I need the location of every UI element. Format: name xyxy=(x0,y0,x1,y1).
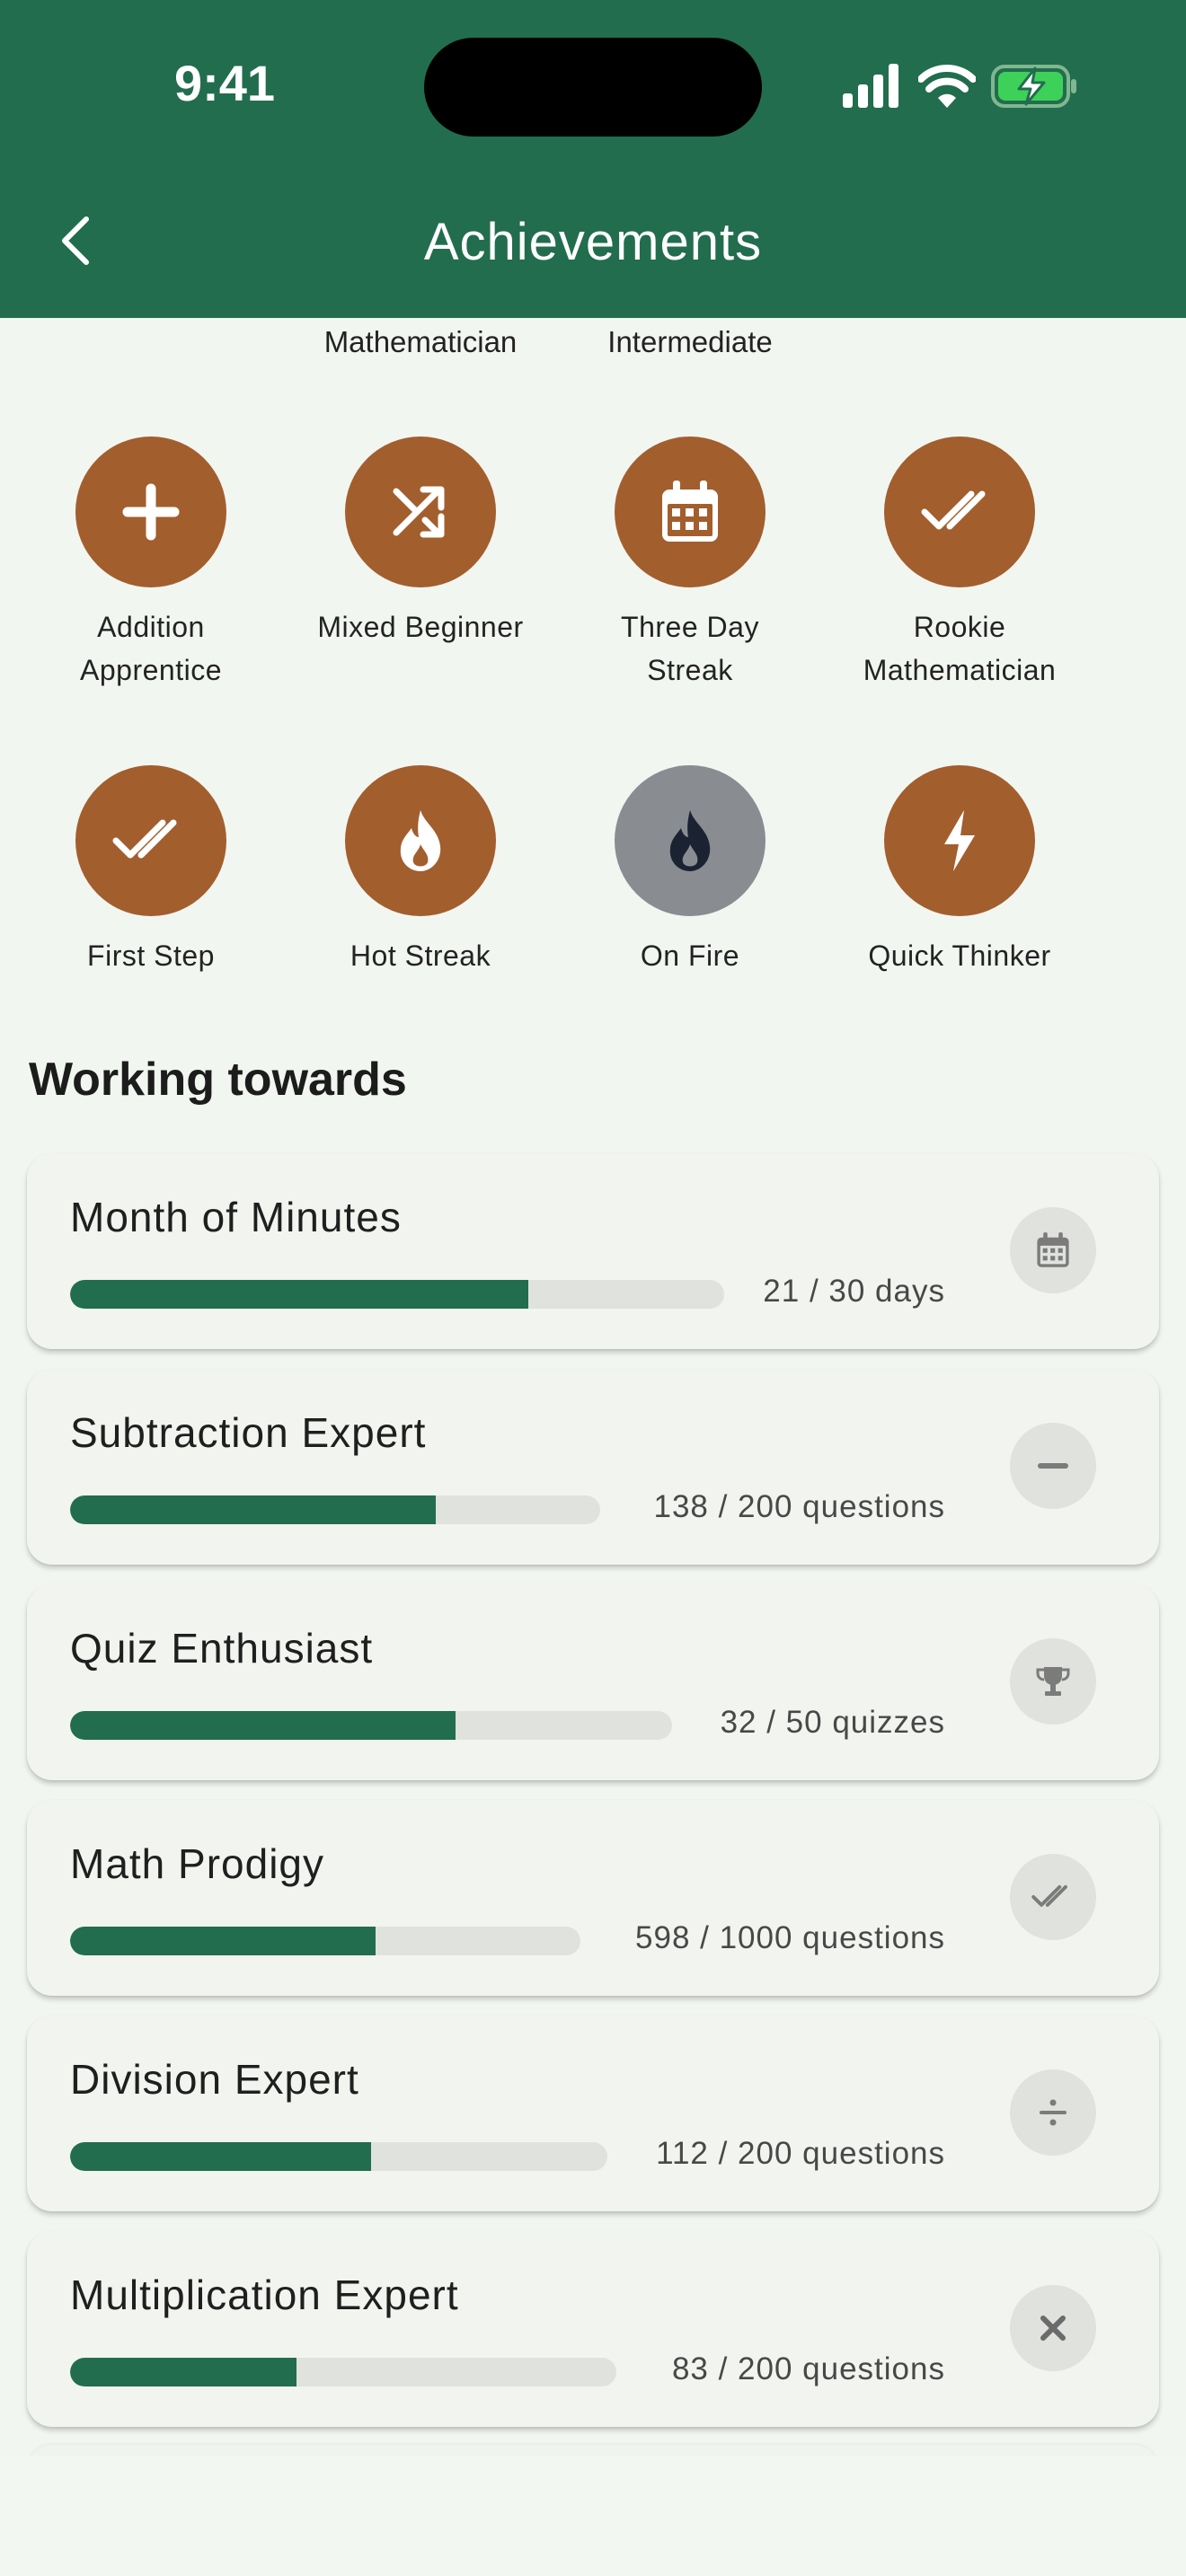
badge-label: Hot Streak xyxy=(350,940,491,972)
progress-card-multiplication-expert[interactable]: Multiplication Expert 83 / 200 questions xyxy=(27,2231,1159,2427)
badge-label: First Step xyxy=(87,940,215,972)
progress-bar-fill xyxy=(70,2142,371,2171)
badge-label: Three Day Streak xyxy=(621,611,759,686)
plus-icon xyxy=(122,483,180,541)
progress-bar xyxy=(70,1495,600,1524)
shuffle-icon xyxy=(393,486,445,538)
badge-hot-streak[interactable]: Hot Streak xyxy=(286,765,555,977)
double-check-icon xyxy=(921,490,986,530)
progress-text: 83 / 200 questions xyxy=(671,2351,945,2386)
badge-circle xyxy=(75,437,226,587)
flame-icon xyxy=(400,810,441,871)
badge-rookie-mathematician[interactable]: Rookie Mathematician xyxy=(825,437,1094,692)
achievements-screen: 9:41 Achievements Mathematician Intermed… xyxy=(0,0,1186,2576)
progress-bar-fill xyxy=(70,1495,437,1524)
badge-label: Mathematician xyxy=(323,325,518,357)
app-header: 9:41 Achievements xyxy=(0,0,1186,318)
progress-card-division-expert[interactable]: Division Expert 112 / 200 questions xyxy=(27,2016,1159,2211)
dynamic-island xyxy=(424,38,762,137)
achievements-content[interactable]: Mathematician Intermediate Addition Appr… xyxy=(0,318,1186,2576)
clipped-badge-labels: Mathematician Intermediate xyxy=(0,318,1186,357)
progress-bar xyxy=(70,1927,580,1955)
card-icon-circle xyxy=(1010,1854,1096,1940)
battery-charging-icon xyxy=(991,65,1076,108)
progress-text: 598 / 1000 questions xyxy=(635,1920,945,1955)
badge-circle-locked xyxy=(615,765,766,916)
badge-label: Rookie Mathematician xyxy=(863,611,1057,686)
divide-icon xyxy=(1040,2099,1067,2126)
card-icon-circle xyxy=(1010,2069,1096,2156)
badge-circle xyxy=(75,765,226,916)
card-title: Math Prodigy xyxy=(70,1840,325,1887)
card-title: Multiplication Expert xyxy=(70,2272,459,2318)
card-icon-circle xyxy=(1010,2285,1096,2371)
badge-circle xyxy=(345,437,496,587)
double-check-icon xyxy=(1031,1884,1067,1907)
minus-icon xyxy=(1038,1463,1068,1469)
badge-label: On Fire xyxy=(640,940,740,972)
badge-first-step[interactable]: First Step xyxy=(16,765,286,977)
wifi-icon xyxy=(918,65,976,108)
badge-circle xyxy=(345,765,496,916)
card-title: Quiz Enthusiast xyxy=(70,1625,374,1672)
progress-bar-fill xyxy=(70,2358,297,2386)
working-towards-heading: Working towards xyxy=(29,1054,407,1106)
trophy-icon xyxy=(1036,1667,1070,1696)
badge-quick-thinker[interactable]: Quick Thinker xyxy=(825,765,1094,977)
progress-bar xyxy=(70,2142,607,2171)
card-icon-circle xyxy=(1010,1638,1096,1725)
progress-bar xyxy=(70,1711,672,1740)
progress-card-math-prodigy[interactable]: Math Prodigy 598 / 1000 questions xyxy=(27,1800,1159,1996)
card-title: Division Expert xyxy=(70,2056,359,2103)
badge-addition-apprentice[interactable]: Addition Apprentice xyxy=(16,437,286,692)
card-title: Subtraction Expert xyxy=(70,1409,427,1456)
status-icons xyxy=(836,59,1087,113)
progress-bar-fill xyxy=(70,1927,376,1955)
progress-bar-fill xyxy=(70,1280,528,1309)
progress-text: 21 / 30 days xyxy=(763,1274,945,1309)
calendar-icon xyxy=(1037,1232,1069,1267)
badge-label: Mixed Beginner xyxy=(317,611,524,643)
bottom-background xyxy=(0,2456,1186,2576)
badge-mixed-beginner[interactable]: Mixed Beginner xyxy=(286,437,555,648)
card-title: Month of Minutes xyxy=(70,1194,402,1240)
lightning-icon xyxy=(944,810,975,871)
status-time: 9:41 xyxy=(173,55,276,111)
flame-icon xyxy=(669,810,711,871)
badge-three-day-streak[interactable]: Three Day Streak xyxy=(555,437,825,692)
progress-bar-fill xyxy=(70,1711,456,1740)
progress-bar xyxy=(70,2358,616,2386)
cellular-signal-icon xyxy=(843,64,898,108)
badge-label: Addition Apprentice xyxy=(80,611,222,686)
progress-card-month-of-minutes[interactable]: Month of Minutes 21 / 30 days xyxy=(27,1153,1159,1349)
page-title: Achievements xyxy=(423,213,763,271)
badge-circle xyxy=(884,437,1035,587)
card-icon-circle xyxy=(1010,1207,1096,1293)
multiply-icon xyxy=(1040,2316,1066,2341)
progress-card-subtraction-expert[interactable]: Subtraction Expert 138 / 200 questions xyxy=(27,1369,1159,1565)
card-icon-circle xyxy=(1010,1423,1096,1509)
badge-circle xyxy=(884,765,1035,916)
progress-text: 32 / 50 quizzes xyxy=(720,1705,945,1740)
badge-on-fire[interactable]: On Fire xyxy=(555,765,825,977)
progress-text: 112 / 200 questions xyxy=(656,2136,945,2171)
progress-card-quiz-enthusiast[interactable]: Quiz Enthusiast 32 / 50 quizzes xyxy=(27,1584,1159,1780)
progress-text: 138 / 200 questions xyxy=(653,1489,945,1524)
badge-label: Quick Thinker xyxy=(868,940,1051,972)
double-check-icon xyxy=(112,819,177,859)
badge-circle xyxy=(615,437,766,587)
progress-bar xyxy=(70,1280,724,1309)
calendar-icon xyxy=(662,481,718,542)
badge-label: Intermediate xyxy=(607,325,773,357)
